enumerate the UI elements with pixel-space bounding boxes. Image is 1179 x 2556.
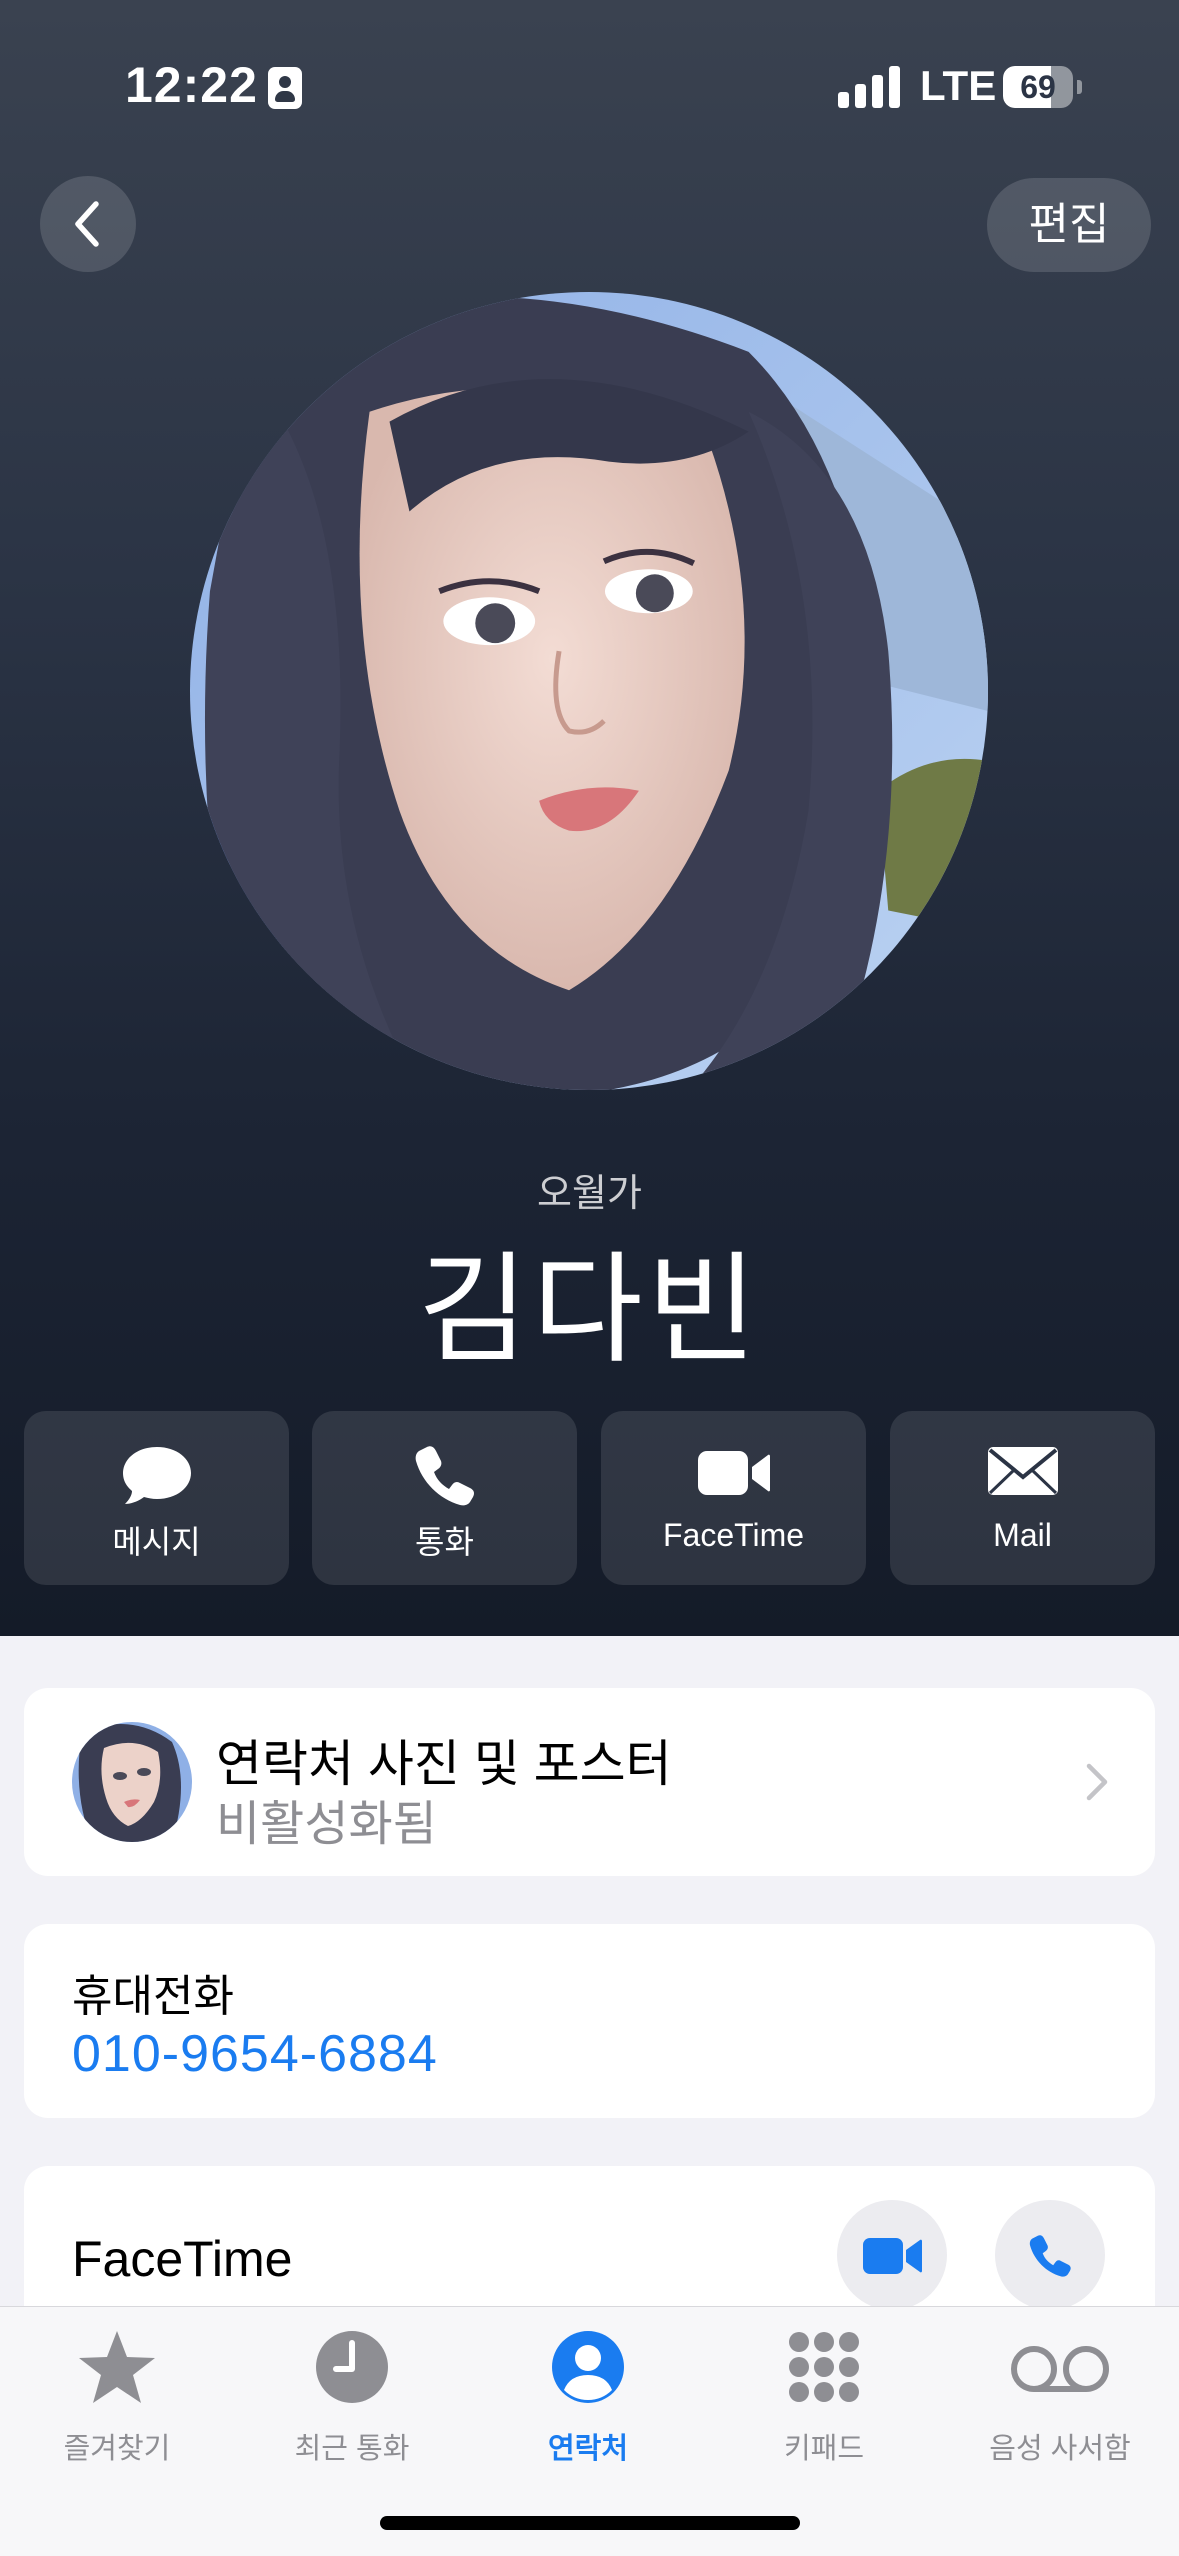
battery-icon: 69 — [1003, 66, 1073, 108]
tab-recents[interactable]: 최근 통화 — [252, 2327, 452, 2467]
home-indicator — [380, 2516, 800, 2530]
call-button-label: 통화 — [415, 1524, 474, 1560]
mobile-phone-label: 휴대전화 — [72, 1972, 234, 2021]
contact-photo-poster-row[interactable]: 연락처 사진 및 포스터 비활성화됨 — [24, 1688, 1155, 1876]
edit-button[interactable]: 편집 — [987, 178, 1151, 272]
mobile-phone-row[interactable]: 휴대전화 010-9654-6884 — [24, 1924, 1155, 2118]
tab-voicemail-label: 음성 사서함 — [989, 2433, 1131, 2465]
mobile-phone-number[interactable]: 010-9654-6884 — [72, 2024, 438, 2084]
status-time: 12:22 — [125, 57, 258, 113]
call-button[interactable]: 통화 — [312, 1411, 577, 1585]
back-button[interactable] — [40, 176, 136, 272]
tab-keypad-label: 키패드 — [783, 2433, 865, 2465]
contact-photo[interactable] — [190, 292, 988, 1090]
tab-favorites-label: 즐겨찾기 — [63, 2433, 171, 2465]
phone-icon — [1029, 2235, 1071, 2277]
tab-voicemail[interactable]: 음성 사서함 — [960, 2327, 1160, 2467]
battery-level: 69 — [1020, 69, 1056, 105]
message-button[interactable]: 메시지 — [24, 1411, 289, 1585]
mail-button[interactable]: Mail — [890, 1411, 1155, 1585]
cellular-signal-icon — [838, 66, 900, 108]
network-type: LTE — [920, 62, 997, 109]
tab-recents-label: 최근 통화 — [294, 2433, 410, 2465]
clock-icon — [316, 2331, 388, 2403]
mail-button-label: Mail — [993, 1517, 1052, 1553]
phone-icon — [415, 1446, 474, 1506]
facetime-row-label: FaceTime — [72, 2231, 293, 2287]
tab-keypad[interactable]: 키패드 — [724, 2327, 924, 2467]
video-camera-icon — [697, 1451, 770, 1495]
contact-subtitle: 오월가 — [537, 1173, 642, 1215]
contact-card-icon — [268, 67, 302, 109]
star-icon — [79, 2331, 155, 2403]
facetime-button-label: FaceTime — [662, 1517, 805, 1553]
keypad-icon — [789, 2332, 859, 2402]
facetime-button[interactable]: FaceTime — [601, 1411, 866, 1585]
facetime-audio-button[interactable] — [995, 2200, 1105, 2310]
contact-poster-thumbnail — [72, 1722, 192, 1842]
chevron-right-icon — [1086, 1763, 1108, 1801]
battery-cap — [1077, 80, 1082, 94]
tab-contacts-label: 연락처 — [547, 2433, 629, 2465]
chevron-left-icon — [75, 201, 99, 247]
envelope-icon — [987, 1447, 1058, 1495]
poster-row-status: 비활성화됨 — [216, 1798, 437, 1851]
video-camera-icon — [863, 2238, 922, 2274]
facetime-video-button[interactable] — [837, 2200, 947, 2310]
message-bubble-icon — [122, 1447, 191, 1504]
person-circle-icon — [552, 2331, 624, 2403]
contact-name: 김다빈 — [417, 1243, 762, 1377]
tab-favorites[interactable]: 즐겨찾기 — [17, 2327, 217, 2467]
voicemail-icon — [1011, 2346, 1109, 2392]
message-button-label: 메시지 — [112, 1524, 201, 1560]
tab-contacts[interactable]: 연락처 — [488, 2327, 688, 2467]
